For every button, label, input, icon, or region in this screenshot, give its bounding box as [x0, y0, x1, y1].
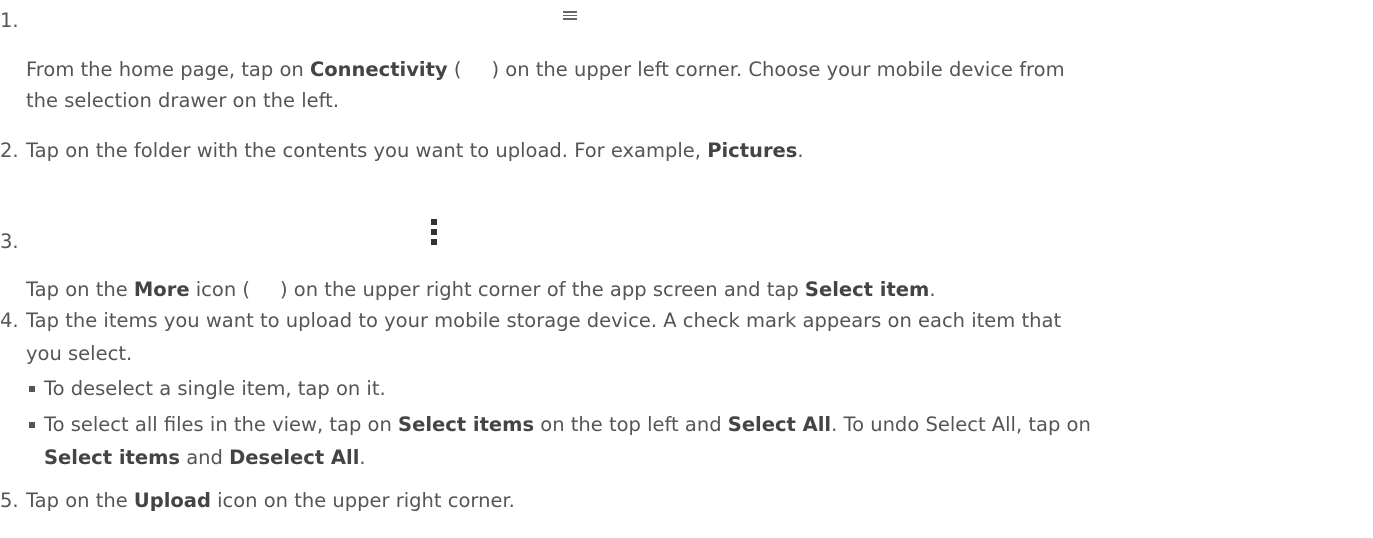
upload-label: Upload — [133, 489, 211, 512]
step-text-line: the selection drawer on the left. — [26, 89, 340, 112]
hamburger-menu-icon — [563, 11, 577, 20]
step-text-line: Tap the items you want to upload to your… — [26, 309, 1062, 332]
step-text-line: From the home page, tap on Connectivity … — [26, 58, 1065, 81]
more-vertical-icon — [430, 219, 438, 248]
select-all-label: Select All — [727, 413, 832, 436]
more-label: More — [133, 278, 190, 301]
select-items-label: Select items — [398, 413, 535, 436]
step-number: 3. — [0, 230, 19, 253]
step-text-line: you select. — [26, 342, 133, 365]
step-number: 1. — [0, 9, 19, 32]
step-text-line: Tap on the More icon () on the upper rig… — [26, 278, 936, 301]
bullet-text: To deselect a single item, tap on it. — [44, 377, 386, 400]
step-text-line: Tap on the Upload icon on the upper righ… — [26, 489, 515, 512]
select-item-label: Select item — [804, 278, 930, 301]
bullet-text: To select all files in the view, tap on … — [44, 413, 1091, 436]
bullet-marker — [29, 422, 35, 428]
step-number: 2. — [0, 139, 19, 162]
connectivity-label: Connectivity — [309, 58, 448, 81]
deselect-all-label: Deselect All — [229, 446, 360, 469]
step-number: 5. — [0, 489, 19, 512]
select-items-label: Select items — [44, 446, 181, 469]
bullet-marker — [29, 386, 35, 392]
bullet-text-continued: Select items and Deselect All. — [44, 446, 366, 469]
pictures-label: Pictures — [707, 139, 798, 162]
step-number: 4. — [0, 309, 19, 332]
step-text-line: Tap on the folder with the contents you … — [26, 139, 804, 162]
